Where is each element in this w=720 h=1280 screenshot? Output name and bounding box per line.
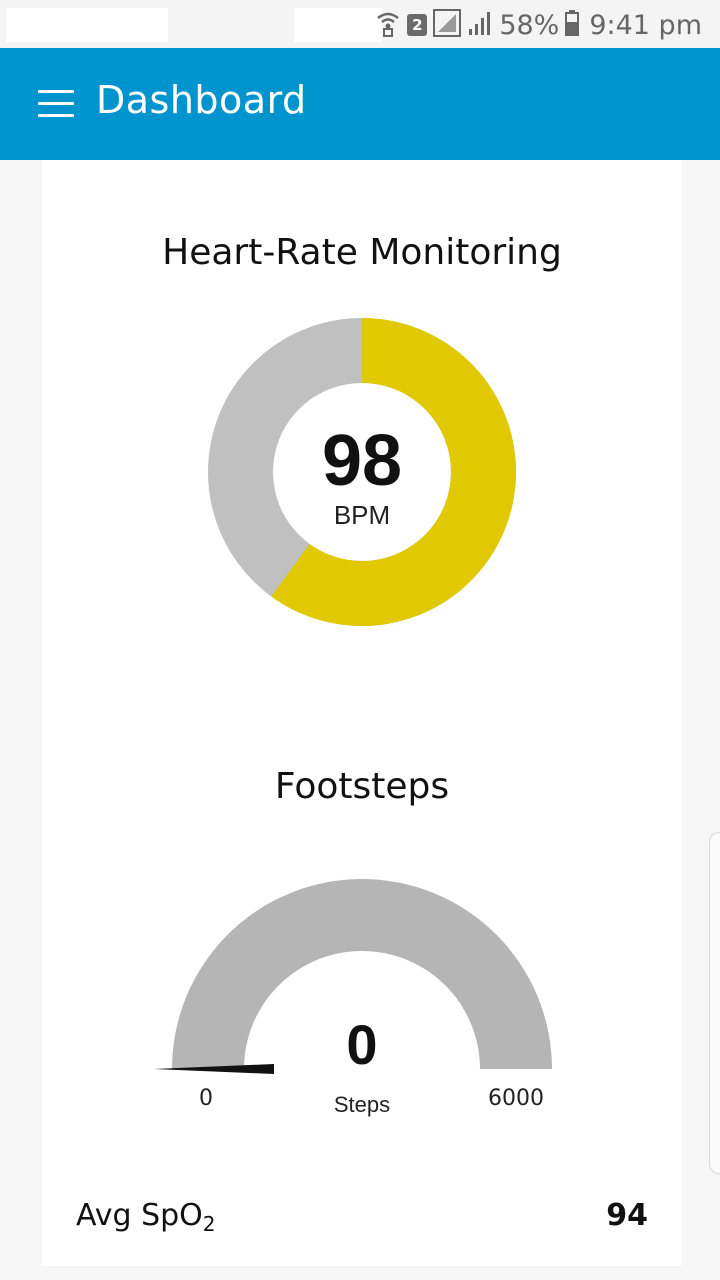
hamburger-menu-icon[interactable]: [38, 90, 74, 118]
status-bar: 2 58% 9:41 pm: [0, 0, 720, 48]
signal-sim1-icon: [433, 9, 462, 41]
status-bar-icons: 2 58% 9:41 pm: [375, 6, 702, 44]
status-bar-notification-area: [6, 8, 168, 42]
avg-spo2-value: 94: [606, 1198, 648, 1233]
heart-rate-unit: BPM: [333, 500, 391, 530]
status-time: 9:41 pm: [589, 9, 702, 41]
footsteps-unit: Steps: [333, 1092, 391, 1117]
app-bar: Dashboard: [0, 48, 720, 160]
status-bar-notification-area-2: [294, 8, 382, 42]
dashboard-card: Heart-Rate Monitoring 98 BPM Footsteps 0…: [42, 160, 682, 1266]
heart-rate-value: 98: [321, 421, 403, 501]
heart-rate-title: Heart-Rate Monitoring: [162, 232, 562, 273]
battery-icon: [565, 10, 580, 40]
signal-sim2-icon: [467, 9, 493, 41]
gauge-min-label: 0: [199, 1086, 213, 1111]
footsteps-value: 0: [346, 1013, 378, 1076]
sim-2-icon: 2: [407, 14, 428, 36]
gauge-max-label: 6000: [488, 1086, 544, 1111]
footsteps-title: Footsteps: [274, 766, 450, 807]
edge-panel-handle[interactable]: [709, 832, 720, 1174]
avg-spo2-label: Avg SpO2: [76, 1198, 216, 1236]
avg-spo2-row: Avg SpO2 94: [42, 1186, 682, 1246]
avg-spo2-label-text: Avg SpO: [76, 1198, 203, 1233]
avg-spo2-label-subscript: 2: [202, 1212, 216, 1236]
wifi-calling-icon: [375, 9, 401, 41]
battery-percent: 58%: [499, 9, 560, 41]
app-title: Dashboard: [96, 78, 307, 122]
